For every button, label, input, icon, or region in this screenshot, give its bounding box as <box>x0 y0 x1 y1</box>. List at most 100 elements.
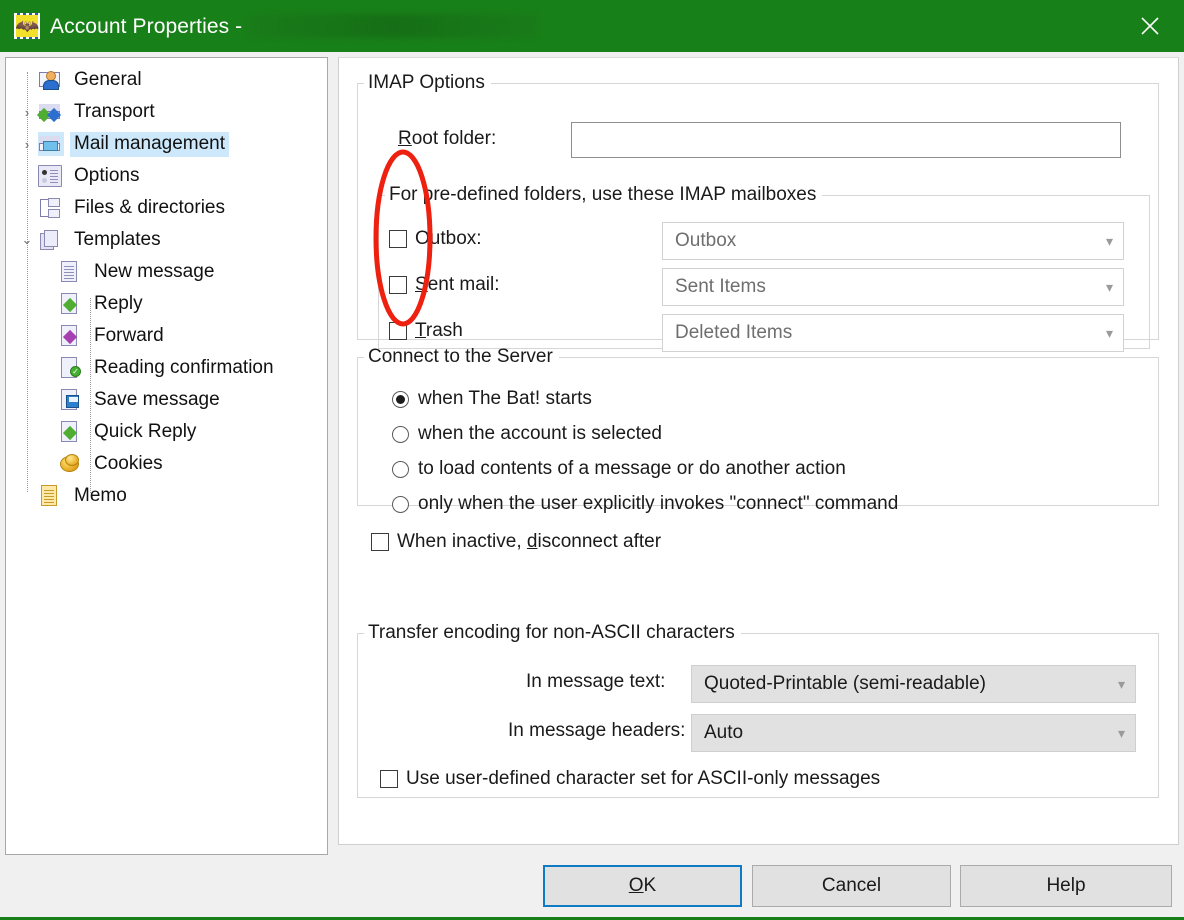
outbox-combo[interactable]: Outbox ▾ <box>662 222 1124 260</box>
sidebar-item-transport[interactable]: › Transport <box>6 96 327 128</box>
general-account-icon <box>38 68 64 92</box>
sidebar-item-label: Save message <box>94 388 220 410</box>
imap-options-group: IMAP Options Root folder: For pre-define… <box>357 72 1159 352</box>
sidebar-item-label: Options <box>74 164 140 186</box>
forward-icon <box>58 324 84 348</box>
templates-stack-icon <box>38 228 64 252</box>
sidebar-item-quick-reply[interactable]: Quick Reply <box>6 416 327 448</box>
connect-to-server-group: Connect to the Server when The Bat! star… <box>357 346 1159 514</box>
trash-checkbox[interactable] <box>389 322 407 340</box>
help-button-label: Help <box>1046 875 1086 896</box>
sidebar-item-label: Reading confirmation <box>94 356 274 378</box>
sidebar-item-forward[interactable]: Forward <box>6 320 327 352</box>
files-directories-icon <box>38 196 64 220</box>
connect-option-label: when the account is selected <box>418 423 662 444</box>
chevron-down-icon: ▾ <box>1117 675 1125 692</box>
outbox-combo-value: Outbox <box>675 230 737 251</box>
window-title-text: Account Properties - <box>50 14 243 38</box>
reading-confirmation-icon: ✓ <box>58 356 84 380</box>
outbox-row: OOutbox: <box>389 228 482 250</box>
predefined-mailboxes-legend: For pre-defined folders, use these IMAP … <box>389 184 817 205</box>
quick-reply-icon <box>58 420 84 444</box>
ok-button-label: OK <box>628 875 657 896</box>
settings-tree-panel[interactable]: General › Transport › Mail management Op… <box>5 57 328 855</box>
outbox-checkbox[interactable] <box>389 230 407 248</box>
user-charset-checkbox[interactable] <box>380 770 398 788</box>
cookies-icon <box>58 452 84 476</box>
chevron-down-icon: ▾ <box>1105 232 1113 249</box>
sidebar-item-label: Quick Reply <box>94 420 197 442</box>
message-text-row: In message text: <box>526 671 665 693</box>
connect-option-account-selected[interactable]: when the account is selected <box>392 423 662 445</box>
user-charset-label: Use user-defined character set for ASCII… <box>406 768 881 789</box>
root-folder-row: Root folder: <box>398 128 496 150</box>
sidebar-item-memo[interactable]: Memo <box>6 480 327 512</box>
help-button[interactable]: Help <box>960 865 1172 907</box>
new-message-icon <box>58 260 84 284</box>
root-folder-label: Root folder: <box>398 128 497 149</box>
window-title: Account Properties - <box>50 13 539 39</box>
connect-to-server-legend: Connect to the Server <box>368 346 553 367</box>
memo-icon <box>38 484 64 508</box>
sidebar-item-mail-management[interactable]: › Mail management <box>6 128 327 160</box>
ok-button[interactable]: OK <box>543 865 742 907</box>
sidebar-item-templates[interactable]: ⌄ Templates <box>6 224 327 256</box>
sidebar-item-options[interactable]: Options <box>6 160 327 192</box>
transfer-encoding-group: Transfer encoding for non-ASCII characte… <box>357 622 1159 798</box>
sidebar-item-label: Forward <box>94 324 164 346</box>
radio-on-start[interactable] <box>392 390 409 408</box>
save-message-icon <box>58 388 84 412</box>
message-headers-label: In message headers: <box>508 720 686 741</box>
connect-option-label: only when the user explicitly invokes "c… <box>418 493 899 514</box>
account-properties-dialog: 🦇 Account Properties - General › Transpo… <box>0 0 1184 920</box>
dialog-footer: OK Cancel Help <box>0 855 1184 917</box>
connect-option-explicit[interactable]: only when the user explicitly invokes "c… <box>392 493 898 515</box>
inactive-disconnect-label: When inactive, disconnect after <box>397 531 662 552</box>
radio-explicit-connect[interactable] <box>392 495 409 513</box>
inactive-disconnect-checkbox[interactable] <box>371 533 389 551</box>
message-headers-encoding-combo[interactable]: Auto ▾ <box>691 714 1136 752</box>
sidebar-item-label: New message <box>94 260 215 282</box>
sidebar-item-label: General <box>74 68 142 90</box>
trash-row: Trash <box>389 320 463 342</box>
connect-option-on-start[interactable]: when The Bat! starts <box>392 388 592 410</box>
message-text-encoding-combo[interactable]: Quoted-Printable (semi-readable) ▾ <box>691 665 1136 703</box>
sidebar-item-reply[interactable]: Reply <box>6 288 327 320</box>
chevron-down-icon[interactable]: ⌄ <box>16 224 38 256</box>
user-charset-row: Use user-defined character set for ASCII… <box>380 768 880 790</box>
chevron-down-icon: ▾ <box>1105 324 1113 341</box>
message-text-label: In message text: <box>526 671 666 692</box>
cancel-button-label: Cancel <box>821 875 882 896</box>
sidebar-item-new-message[interactable]: New message <box>6 256 327 288</box>
sidebar-item-files-directories[interactable]: Files & directories <box>6 192 327 224</box>
trash-combo-value: Deleted Items <box>675 322 793 343</box>
sent-mail-label: Sent mail: <box>415 274 500 295</box>
mail-management-settings-panel: IMAP Options Root folder: For pre-define… <box>338 57 1179 845</box>
sent-mail-checkbox[interactable] <box>389 276 407 294</box>
cancel-button[interactable]: Cancel <box>752 865 951 907</box>
close-icon[interactable] <box>1116 0 1184 52</box>
sidebar-item-cookies[interactable]: Cookies <box>6 448 327 480</box>
connect-option-load-contents[interactable]: to load contents of a message or do anot… <box>392 458 846 480</box>
sidebar-item-label: Templates <box>74 228 161 250</box>
sent-mail-combo[interactable]: Sent Items ▾ <box>662 268 1124 306</box>
sidebar-item-reading-confirmation[interactable]: ✓ Reading confirmation <box>6 352 327 384</box>
sidebar-item-general[interactable]: General <box>6 64 327 96</box>
chevron-right-icon[interactable]: › <box>16 128 38 160</box>
connect-option-label: to load contents of a message or do anot… <box>418 458 846 479</box>
connect-option-label: when The Bat! starts <box>418 388 592 409</box>
radio-account-selected[interactable] <box>392 425 409 443</box>
sidebar-item-label: Files & directories <box>74 196 225 218</box>
root-folder-input[interactable] <box>571 122 1121 158</box>
sidebar-item-label: Transport <box>74 100 155 122</box>
chevron-down-icon: ▾ <box>1117 724 1125 741</box>
title-bar: 🦇 Account Properties - <box>0 0 1184 52</box>
message-headers-row: In message headers: <box>508 720 685 742</box>
message-headers-encoding-value: Auto <box>704 722 744 743</box>
sidebar-item-label: Memo <box>74 484 127 506</box>
transport-envelope-icon <box>36 100 64 124</box>
sidebar-item-save-message[interactable]: Save message <box>6 384 327 416</box>
chevron-right-icon[interactable]: › <box>16 96 38 128</box>
radio-load-contents[interactable] <box>392 460 409 478</box>
reply-icon <box>58 292 84 316</box>
